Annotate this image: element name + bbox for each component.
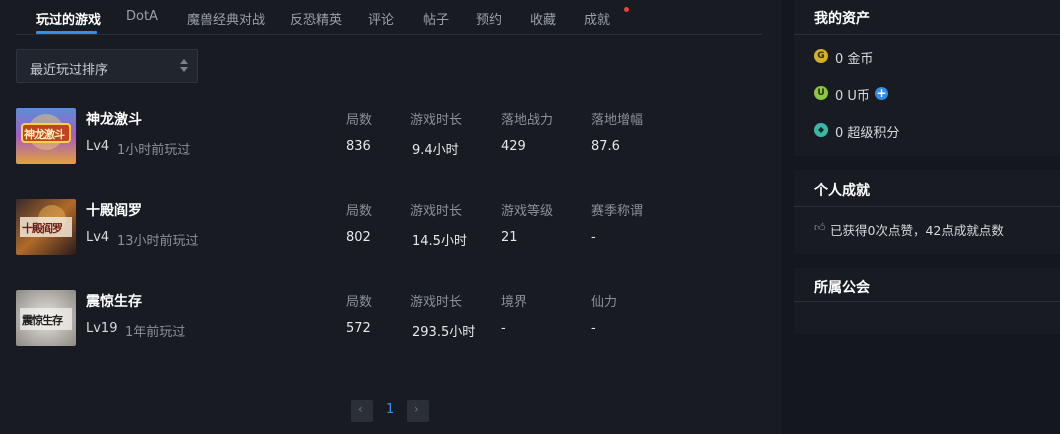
stat-label: 游戏时长 — [410, 295, 463, 310]
u-coin-amount: 0 U币 — [835, 89, 870, 104]
stat-value: 802 — [346, 230, 371, 245]
gold-coin-icon: G — [814, 49, 828, 63]
tab-achievements[interactable]: 成就 — [584, 9, 610, 28]
game-cover-title: 神龙激斗 — [24, 128, 65, 141]
game-cover-title: 十殿阎罗 — [22, 222, 63, 235]
stat-label: 局数 — [346, 295, 373, 310]
stat-value: 14.5小时 — [412, 234, 467, 249]
pagination-prev-button[interactable]: ‹ — [351, 400, 373, 422]
stat-label: 游戏时长 — [410, 204, 463, 219]
guild-panel: 所属公会 — [794, 268, 1060, 334]
game-level: Lv4 — [86, 230, 110, 245]
last-played: 1小时前玩过 — [117, 143, 191, 158]
stat-label: 局数 — [346, 204, 373, 219]
profile-tabs: 玩过的游戏 DotA 魔兽经典对战 反恐精英 评论 帖子 预约 收藏 成就 — [16, 0, 762, 35]
assets-panel: 我的资产 G 0 金币 U 0 U币 + ◆ 0 超级积分 — [794, 0, 1060, 156]
stat-value: - — [501, 321, 506, 336]
game-cover[interactable]: 神龙激斗 — [16, 108, 76, 164]
stat-value: - — [591, 230, 596, 245]
stat-value: - — [591, 321, 596, 336]
game-name[interactable]: 震惊生存 — [86, 291, 142, 311]
last-played: 1年前玩过 — [125, 325, 186, 340]
tab-favorites[interactable]: 收藏 — [530, 9, 556, 28]
achievements-text: 已获得0次点赞，42点成就点数 — [830, 223, 1004, 238]
game-cover[interactable]: 十殿阎罗 — [16, 199, 76, 255]
achievements-title: 个人成就 — [814, 183, 870, 199]
achievements-summary: 👍︎ 已获得0次点赞，42点成就点数 — [814, 220, 1054, 238]
stat-label: 境界 — [501, 295, 528, 310]
tab-counter-strike[interactable]: 反恐精英 — [290, 9, 342, 28]
game-cover[interactable]: 震惊生存 — [16, 290, 76, 346]
stat-value: 87.6 — [591, 139, 620, 154]
game-level: Lv4 — [86, 139, 110, 154]
tab-reservations[interactable]: 预约 — [476, 9, 502, 28]
add-u-coin-button[interactable]: + — [875, 87, 888, 100]
gold-coin-amount: 0 金币 — [835, 52, 874, 67]
stat-label: 落地战力 — [501, 113, 554, 128]
stat-value: 9.4小时 — [412, 143, 459, 158]
super-points-icon: ◆ — [814, 123, 828, 137]
stat-label: 仙力 — [591, 295, 618, 310]
thumbs-up-icon: 👍︎ — [814, 221, 826, 234]
stat-value: 429 — [501, 139, 526, 154]
tab-dota[interactable]: DotA — [126, 9, 158, 24]
stat-label: 局数 — [346, 113, 373, 128]
pagination-page-1[interactable]: 1 — [386, 402, 394, 417]
active-tab-indicator — [36, 31, 97, 34]
pagination-next-button[interactable]: › — [407, 400, 429, 422]
sort-select[interactable]: 最近玩过排序 — [16, 49, 198, 83]
achievements-panel: 个人成就 👍︎ 已获得0次点赞，42点成就点数 — [794, 170, 1060, 254]
stat-label: 游戏等级 — [501, 204, 554, 219]
assets-title: 我的资产 — [814, 11, 870, 27]
sort-arrows-icon — [180, 59, 188, 73]
game-cover-title: 震惊生存 — [22, 314, 63, 327]
u-coin-icon: U — [814, 86, 828, 100]
game-name[interactable]: 十殿阎罗 — [86, 200, 142, 220]
stat-label: 赛季称谓 — [591, 204, 644, 219]
game-row: 神龙激斗 神龙激斗 Lv4 1小时前玩过 局数 836 游戏时长 9.4小时 落… — [16, 108, 762, 164]
stat-value: 836 — [346, 139, 371, 154]
stat-value: 21 — [501, 230, 518, 245]
gold-coin-row: G 0 金币 — [814, 48, 1014, 67]
super-points-row: ◆ 0 超级积分 — [814, 122, 1014, 141]
stat-value: 572 — [346, 321, 371, 336]
divider — [794, 34, 1060, 35]
tab-played-games[interactable]: 玩过的游戏 — [36, 9, 101, 28]
game-row: 十殿阎罗 十殿阎罗 Lv4 13小时前玩过 局数 802 游戏时长 14.5小时… — [16, 199, 762, 255]
chevron-left-icon: ‹ — [358, 402, 363, 416]
main-panel: 玩过的游戏 DotA 魔兽经典对战 反恐精英 评论 帖子 预约 收藏 成就 最近… — [0, 0, 782, 434]
super-points-amount: 0 超级积分 — [835, 126, 900, 141]
divider — [794, 301, 1060, 302]
tab-posts[interactable]: 帖子 — [423, 9, 449, 28]
divider — [794, 206, 1060, 207]
u-coin-row: U 0 U币 + — [814, 85, 1014, 104]
game-row: 震惊生存 震惊生存 Lv19 1年前玩过 局数 572 游戏时长 293.5小时… — [16, 290, 762, 346]
tab-comments[interactable]: 评论 — [368, 9, 394, 28]
sort-select-value: 最近玩过排序 — [30, 63, 109, 78]
last-played: 13小时前玩过 — [117, 234, 199, 249]
stat-value: 293.5小时 — [412, 325, 476, 340]
chevron-right-icon: › — [414, 402, 419, 416]
stat-label: 游戏时长 — [410, 113, 463, 128]
guild-title: 所属公会 — [814, 280, 870, 296]
game-name[interactable]: 神龙激斗 — [86, 109, 142, 129]
game-level: Lv19 — [86, 321, 118, 336]
stat-label: 落地增幅 — [591, 113, 644, 128]
notification-dot — [624, 7, 629, 12]
tab-warcraft-classic[interactable]: 魔兽经典对战 — [187, 9, 265, 28]
